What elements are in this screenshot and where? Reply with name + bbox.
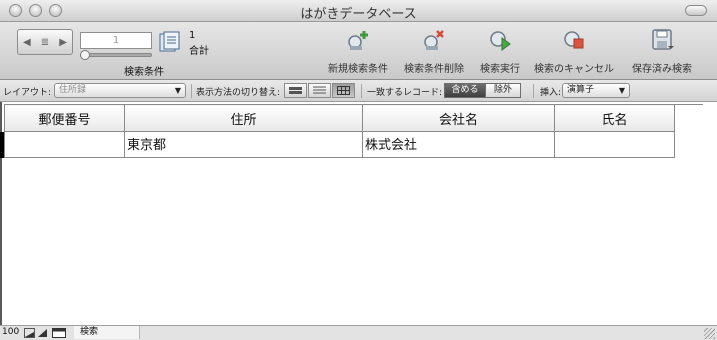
view-as-list-button[interactable] [308, 83, 331, 98]
record-book-navigator[interactable]: ◀ ≣ ▶ [17, 29, 73, 55]
cell-address[interactable]: 東京都 [124, 131, 363, 158]
cell-name[interactable] [554, 131, 675, 158]
column-header-filler [674, 104, 703, 132]
divider [361, 84, 362, 98]
saved-finds-label: 保存済み検索 [632, 64, 692, 75]
view-as-table-button[interactable] [332, 83, 355, 98]
chevron-down-icon: ▼ [618, 86, 625, 95]
omit-records-toggle[interactable]: 除外 [485, 83, 521, 98]
found-count: 1 [189, 30, 196, 41]
current-record-field[interactable]: 1 [80, 32, 152, 49]
previous-record-icon[interactable]: ◀ [23, 37, 31, 48]
divider [533, 84, 534, 98]
found-count-label: 合計 [189, 46, 209, 57]
find-mode-label: 検索条件 [124, 67, 164, 78]
chevron-down-icon: ▼ [174, 86, 181, 95]
column-header-company[interactable]: 会社名 [362, 104, 555, 132]
column-header-address[interactable]: 住所 [124, 104, 363, 132]
table-view-icon [337, 86, 350, 95]
record-slider-track[interactable] [80, 53, 152, 57]
include-records-toggle[interactable]: 含める [444, 83, 486, 98]
saved-finds-button[interactable]: 保存済み検索 [632, 28, 692, 75]
title-bar: はがきデータベース [0, 0, 717, 22]
layout-select[interactable]: 住所録 ▼ [54, 83, 186, 98]
column-header-postal-code[interactable]: 郵便番号 [4, 104, 125, 132]
delete-find-request-button[interactable]: 検索条件削除 [404, 28, 464, 75]
new-find-request-button[interactable]: 新規検索条件 [328, 28, 388, 75]
new-find-request-label: 新規検索条件 [328, 64, 388, 75]
view-as-form-button[interactable] [284, 83, 307, 98]
cell-postal-code[interactable] [4, 131, 125, 158]
list-view-icon [313, 86, 326, 94]
column-header-name[interactable]: 氏名 [554, 104, 675, 132]
saved-finds-icon [652, 29, 674, 50]
record-slider-thumb[interactable] [80, 50, 90, 60]
perform-find-label: 検索実行 [480, 64, 520, 75]
zoom-out-icon[interactable] [24, 328, 35, 338]
divider [191, 84, 192, 98]
form-view-icon [289, 87, 302, 94]
zoom-level[interactable]: 100 [2, 327, 19, 337]
toggle-status-area-icon[interactable] [52, 328, 66, 338]
mode-popup[interactable]: 検索 [74, 326, 140, 339]
cell-company[interactable]: 株式会社 [362, 131, 555, 158]
table-view-area: 郵便番号 住所 会社名 氏名 東京都 株式会社 [0, 102, 717, 325]
next-record-icon[interactable]: ▶ [59, 37, 67, 48]
table-header-row: 郵便番号 住所 会社名 氏名 [4, 104, 703, 132]
layout-label: レイアウト: [3, 88, 52, 98]
insert-operator-select[interactable]: 演算子 ▼ [562, 83, 630, 98]
delete-find-request-label: 検索条件削除 [404, 64, 464, 75]
cancel-find-icon [564, 31, 584, 49]
book-spine-icon: ≣ [40, 36, 50, 48]
new-find-request-icon [348, 31, 368, 50]
table-row: 東京都 株式会社 [4, 131, 703, 158]
insert-operator-value: 演算子 [567, 85, 595, 95]
status-toolbar: ◀ ≣ ▶ 1 1 合計 検索条件 新規検索条件 検索条件削除 検索実行 検索の… [0, 22, 717, 80]
matching-records-label: 一致するレコード: [367, 88, 443, 98]
status-bar: 100 検索 [0, 325, 717, 340]
perform-find-icon [490, 31, 511, 51]
window-title: はがきデータベース [300, 7, 417, 22]
find-request-table: 郵便番号 住所 会社名 氏名 東京都 株式会社 [4, 104, 703, 158]
resize-grip-icon[interactable] [704, 328, 715, 339]
cancel-find-label: 検索のキャンセル [534, 64, 614, 75]
zoom-in-icon[interactable] [37, 328, 48, 338]
cancel-find-button[interactable]: 検索のキャンセル [534, 28, 614, 75]
insert-label: 挿入: [540, 88, 562, 98]
layout-select-value: 住所録 [59, 85, 87, 95]
found-set-icon [159, 31, 180, 52]
perform-find-button[interactable]: 検索実行 [480, 28, 520, 75]
view-as-label: 表示方法の切り替え: [196, 88, 281, 98]
cell-filler [675, 132, 703, 158]
layout-bar: レイアウト: 住所録 ▼ 表示方法の切り替え: 一致するレコード: 含める 除外… [0, 80, 717, 102]
delete-find-request-icon [424, 30, 444, 50]
toolbar-toggle-button[interactable] [685, 5, 707, 16]
